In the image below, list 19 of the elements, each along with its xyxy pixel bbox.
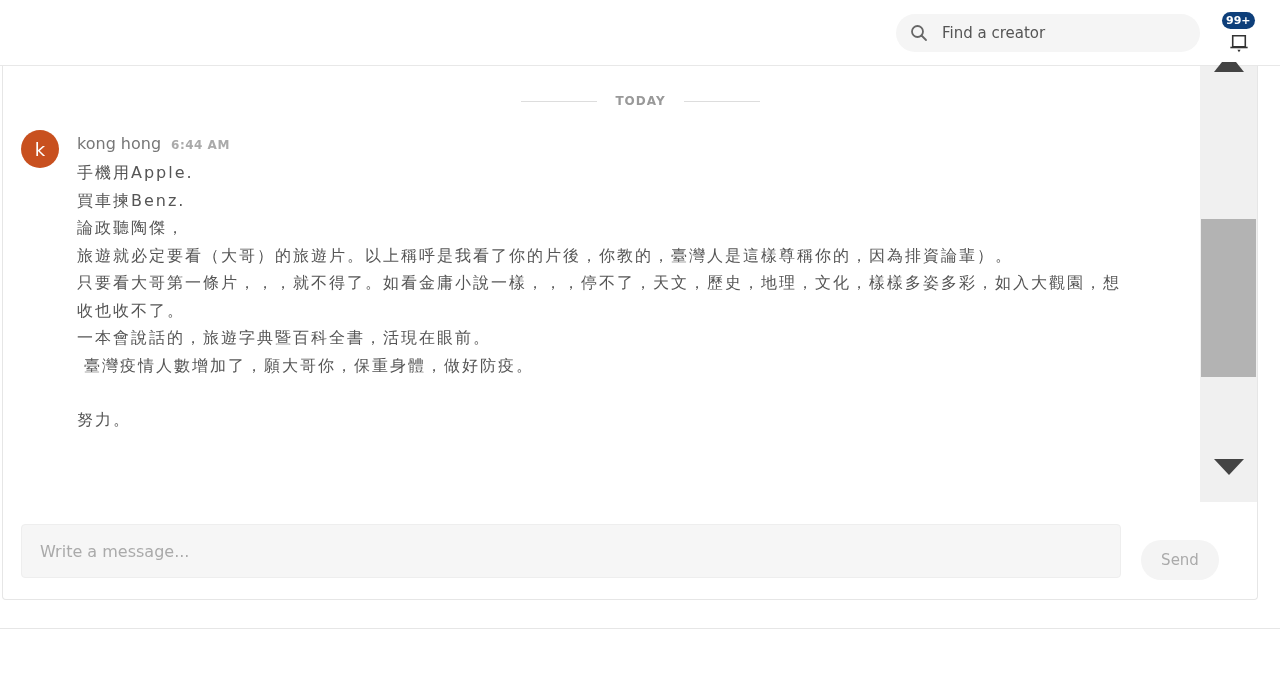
message-input[interactable]: Write a message... xyxy=(21,524,1121,578)
date-divider: TODAY xyxy=(615,94,666,108)
scrollbar-thumb[interactable] xyxy=(1201,219,1256,377)
message-time: 6:44 AM xyxy=(171,138,230,152)
search-field[interactable]: Find a creator xyxy=(896,13,1200,52)
notification-badge: 99+ xyxy=(1222,11,1255,29)
scroll-up-icon[interactable] xyxy=(1213,62,1244,72)
user-avatar: k xyxy=(21,130,59,168)
message-text: 買車揀Benz. xyxy=(77,189,187,212)
message-text: 一本會說話的，旅遊字典暨百科全書，活現在眼前。 xyxy=(77,327,492,349)
message-text: 臺灣疫情人數增加了，願大哥你，保重身體，做好防疫。 xyxy=(83,354,536,377)
message-text: 手機用Apple. xyxy=(77,162,195,184)
message-text: 努力。 xyxy=(77,409,132,431)
send-button[interactable]: Send xyxy=(1141,540,1219,580)
message-text: 旅遊就必定要看（大哥）的旅遊片。以上稱呼是我看了你的片後，你教的，臺灣人是這樣尊稱你的，因為排資論輩）。 xyxy=(77,244,1014,267)
scroll-down-icon[interactable] xyxy=(1213,459,1244,475)
author-name: kong hong xyxy=(77,134,162,153)
message-text: 只要看大哥第一條片，，，就不得了。如看金庸小說一樣，，，停不了，天文，歷史，地理，文化，樣樣多姿多彩，如入大觀園，想收也收不了。 xyxy=(77,272,1122,322)
message-text: 論政聽陶傑， xyxy=(77,217,186,239)
